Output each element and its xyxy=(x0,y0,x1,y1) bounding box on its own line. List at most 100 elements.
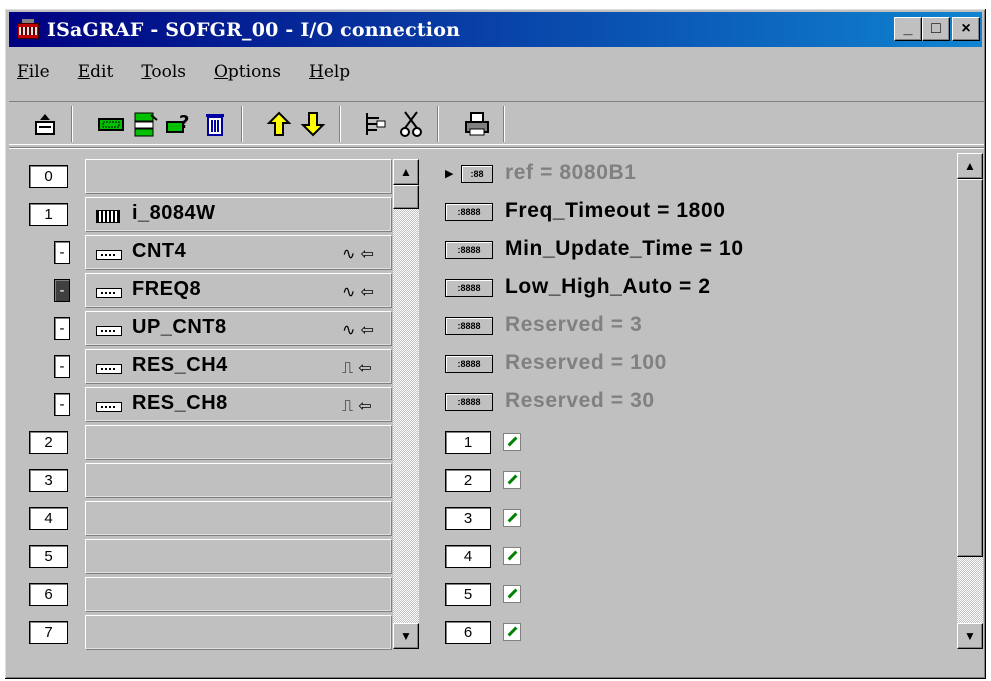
slot-cell[interactable] xyxy=(85,425,392,460)
equipment-row[interactable]: 1 xyxy=(445,421,955,459)
equipment-number[interactable]: 6 xyxy=(445,621,491,644)
edit-icon[interactable] xyxy=(503,471,521,489)
arrow-down-icon[interactable] xyxy=(299,110,327,138)
export-icon[interactable] xyxy=(31,110,59,138)
param-row[interactable]: :8888 Freq_Timeout = 1800 xyxy=(445,193,955,231)
channel-cell[interactable]: FREQ8 ∿ ⇦ xyxy=(85,273,392,308)
scroll-thumb[interactable] xyxy=(393,185,419,209)
channel-cell[interactable]: UP_CNT8 ∿ ⇦ xyxy=(85,311,392,346)
channel-cell[interactable]: RES_CH8 ⎍ ⇦ xyxy=(85,387,392,422)
param-row[interactable]: :8888 Low_High_Auto = 2 xyxy=(445,269,955,307)
param-row[interactable]: :8888 Reserved = 100 xyxy=(445,345,955,383)
slot-list-scrollbar[interactable]: ▲ ▼ xyxy=(393,159,419,649)
equipment-number[interactable]: 5 xyxy=(445,583,491,606)
param-icon: :8888 xyxy=(445,317,493,335)
channel-box[interactable]: - xyxy=(54,241,70,264)
param-ref[interactable]: ▶ :88 ref = 8080B1 xyxy=(445,155,955,193)
channel-row-selected[interactable]: - FREQ8 ∿ ⇦ xyxy=(5,271,435,309)
slot-number[interactable]: 3 xyxy=(29,469,68,492)
title-bar[interactable]: ISaGRAF - SOFGR_00 - I/O connection _ □ … xyxy=(9,12,982,47)
equipment-row[interactable]: 3 xyxy=(445,497,955,535)
slot-number[interactable]: 7 xyxy=(29,621,68,644)
menu-options-label: ptions xyxy=(227,62,281,82)
scroll-down-button[interactable]: ▼ xyxy=(393,623,419,649)
maximize-button[interactable]: □ xyxy=(922,17,950,41)
slot-number[interactable]: 2 xyxy=(29,431,68,454)
help-icon[interactable]: ? xyxy=(165,110,193,138)
toolbar-separator xyxy=(241,106,243,142)
scroll-thumb[interactable] xyxy=(957,179,983,557)
edit-icon[interactable] xyxy=(503,547,521,565)
structure-icon[interactable] xyxy=(361,110,389,138)
scroll-down-button[interactable]: ▼ xyxy=(957,623,983,649)
slot-cell[interactable] xyxy=(85,615,392,650)
channel-box[interactable]: - xyxy=(54,279,70,302)
param-row[interactable]: :8888 Reserved = 3 xyxy=(445,307,955,345)
slot-row[interactable]: 0 xyxy=(5,157,435,195)
slot-cell[interactable]: i_8084W xyxy=(85,197,392,232)
channel-cell[interactable]: CNT4 ∿ ⇦ xyxy=(85,235,392,270)
channel-row[interactable]: - CNT4 ∿ ⇦ xyxy=(5,233,435,271)
channel-cell[interactable]: RES_CH4 ⎍ ⇦ xyxy=(85,349,392,384)
menu-options[interactable]: Options xyxy=(210,60,285,84)
channel-icon xyxy=(96,402,122,412)
configure-icon[interactable] xyxy=(131,110,159,138)
cut-icon[interactable] xyxy=(397,110,425,138)
equipment-row[interactable]: 2 xyxy=(445,459,955,497)
channel-box[interactable]: - xyxy=(54,393,70,416)
isagraf-app-icon[interactable] xyxy=(15,18,41,41)
slot-row[interactable]: 4 xyxy=(5,499,435,537)
equipment-number[interactable]: 4 xyxy=(445,545,491,568)
slot-cell[interactable] xyxy=(85,463,392,498)
param-row[interactable]: :8888 Min_Update_Time = 10 xyxy=(445,231,955,269)
channel-row[interactable]: - RES_CH4 ⎍ ⇦ xyxy=(5,347,435,385)
edit-icon[interactable] xyxy=(503,509,521,527)
slot-number[interactable]: 4 xyxy=(29,507,68,530)
param-list-scrollbar[interactable]: ▲ ▼ xyxy=(957,153,983,649)
menu-edit[interactable]: Edit xyxy=(74,60,118,84)
svg-text:?: ? xyxy=(179,112,189,133)
slot-cell[interactable] xyxy=(85,539,392,574)
arrow-up-icon[interactable] xyxy=(265,110,293,138)
minimize-button[interactable]: _ xyxy=(894,17,922,41)
slot-number[interactable]: 5 xyxy=(29,545,68,568)
slot-number[interactable]: 0 xyxy=(29,165,68,188)
slot-number[interactable]: 6 xyxy=(29,583,68,606)
equipment-number[interactable]: 1 xyxy=(445,431,491,454)
slot-row-board[interactable]: 1 i_8084W xyxy=(5,195,435,233)
menu-tools-label: ools xyxy=(151,62,186,82)
scroll-up-button[interactable]: ▲ xyxy=(957,153,983,179)
edit-icon[interactable] xyxy=(503,433,521,451)
channel-row[interactable]: - RES_CH8 ⎍ ⇦ xyxy=(5,385,435,423)
slot-row[interactable]: 5 xyxy=(5,537,435,575)
delete-icon[interactable] xyxy=(201,110,229,138)
board-icon[interactable] xyxy=(97,110,125,138)
slot-row[interactable]: 6 xyxy=(5,575,435,613)
close-button[interactable]: × xyxy=(952,17,980,41)
menu-help[interactable]: Help xyxy=(305,60,354,84)
slot-row[interactable]: 3 xyxy=(5,461,435,499)
edit-icon[interactable] xyxy=(503,585,521,603)
edit-icon[interactable] xyxy=(503,623,521,641)
channel-label: FREQ8 xyxy=(132,278,202,300)
slot-number[interactable]: 1 xyxy=(29,203,68,226)
scroll-up-button[interactable]: ▲ xyxy=(393,159,419,185)
channel-box[interactable]: - xyxy=(54,355,70,378)
slot-cell[interactable] xyxy=(85,159,392,194)
menu-file[interactable]: File xyxy=(13,60,54,84)
equipment-row[interactable]: 4 xyxy=(445,535,955,573)
menu-tools[interactable]: Tools xyxy=(137,60,190,84)
board-name: i_8084W xyxy=(132,202,216,224)
slot-row[interactable]: 7 xyxy=(5,613,435,651)
equipment-row[interactable]: 6 xyxy=(445,611,955,649)
print-icon[interactable] xyxy=(463,110,491,138)
slot-row[interactable]: 2 xyxy=(5,423,435,461)
channel-box[interactable]: - xyxy=(54,317,70,340)
param-row[interactable]: :8888 Reserved = 30 xyxy=(445,383,955,421)
equipment-row[interactable]: 5 xyxy=(445,573,955,611)
channel-row[interactable]: - UP_CNT8 ∿ ⇦ xyxy=(5,309,435,347)
slot-cell[interactable] xyxy=(85,577,392,612)
slot-cell[interactable] xyxy=(85,501,392,536)
equipment-number[interactable]: 2 xyxy=(445,469,491,492)
equipment-number[interactable]: 3 xyxy=(445,507,491,530)
